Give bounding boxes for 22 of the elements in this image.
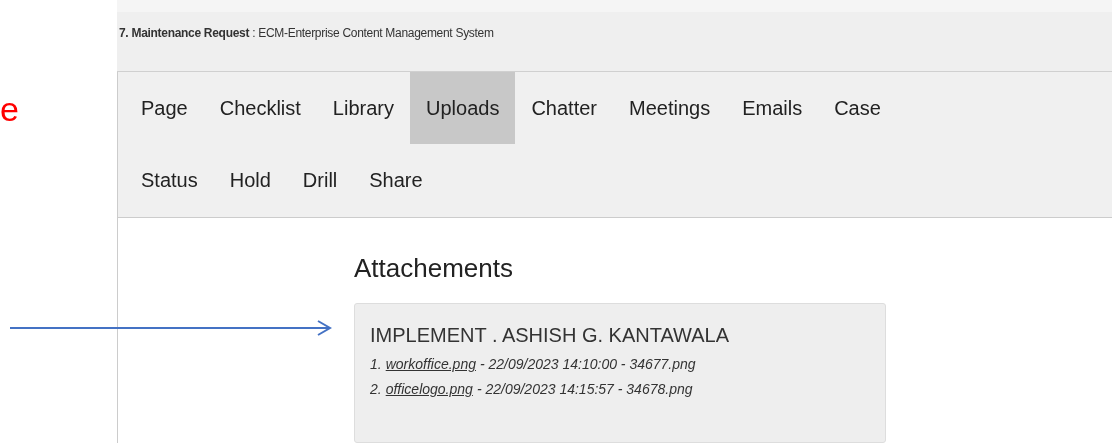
file-link[interactable]: workoffice.png [385, 352, 476, 377]
nav-tab[interactable]: Library [316, 72, 410, 145]
nav-tab[interactable]: Emails [726, 72, 819, 145]
nav-tab[interactable]: Share [353, 144, 439, 217]
nav-tab[interactable]: Meetings [613, 72, 727, 145]
nav-tab[interactable]: Drill [286, 144, 354, 217]
annotation-text: e [0, 92, 19, 126]
file-details: - 22/09/2023 14:10:00 - 34677.png [479, 355, 696, 374]
nav-tab[interactable]: Case [818, 72, 897, 145]
section-heading: Attachements [354, 252, 514, 284]
nav-tab[interactable]: Status [125, 144, 214, 217]
file-details: - 22/09/2023 14:15:57 - 34678.png [476, 380, 693, 399]
nav-tab[interactable]: Uploads [410, 72, 516, 145]
nav-tab[interactable]: Page [125, 72, 204, 145]
nav-tab[interactable]: Checklist [203, 72, 317, 145]
nav-tab[interactable]: Hold [213, 144, 287, 217]
file-index: 1. [370, 355, 382, 374]
file-link[interactable]: officelogo.png [385, 377, 473, 402]
page-title: 7. Maintenance Request : ECM-Enterprise Content Management System [119, 25, 494, 40]
nav-tab[interactable]: Chatter [515, 72, 613, 145]
file-index: 2. [370, 380, 382, 399]
card-title: IMPLEMENT . ASHISH G. KANTAWALA [370, 323, 730, 348]
